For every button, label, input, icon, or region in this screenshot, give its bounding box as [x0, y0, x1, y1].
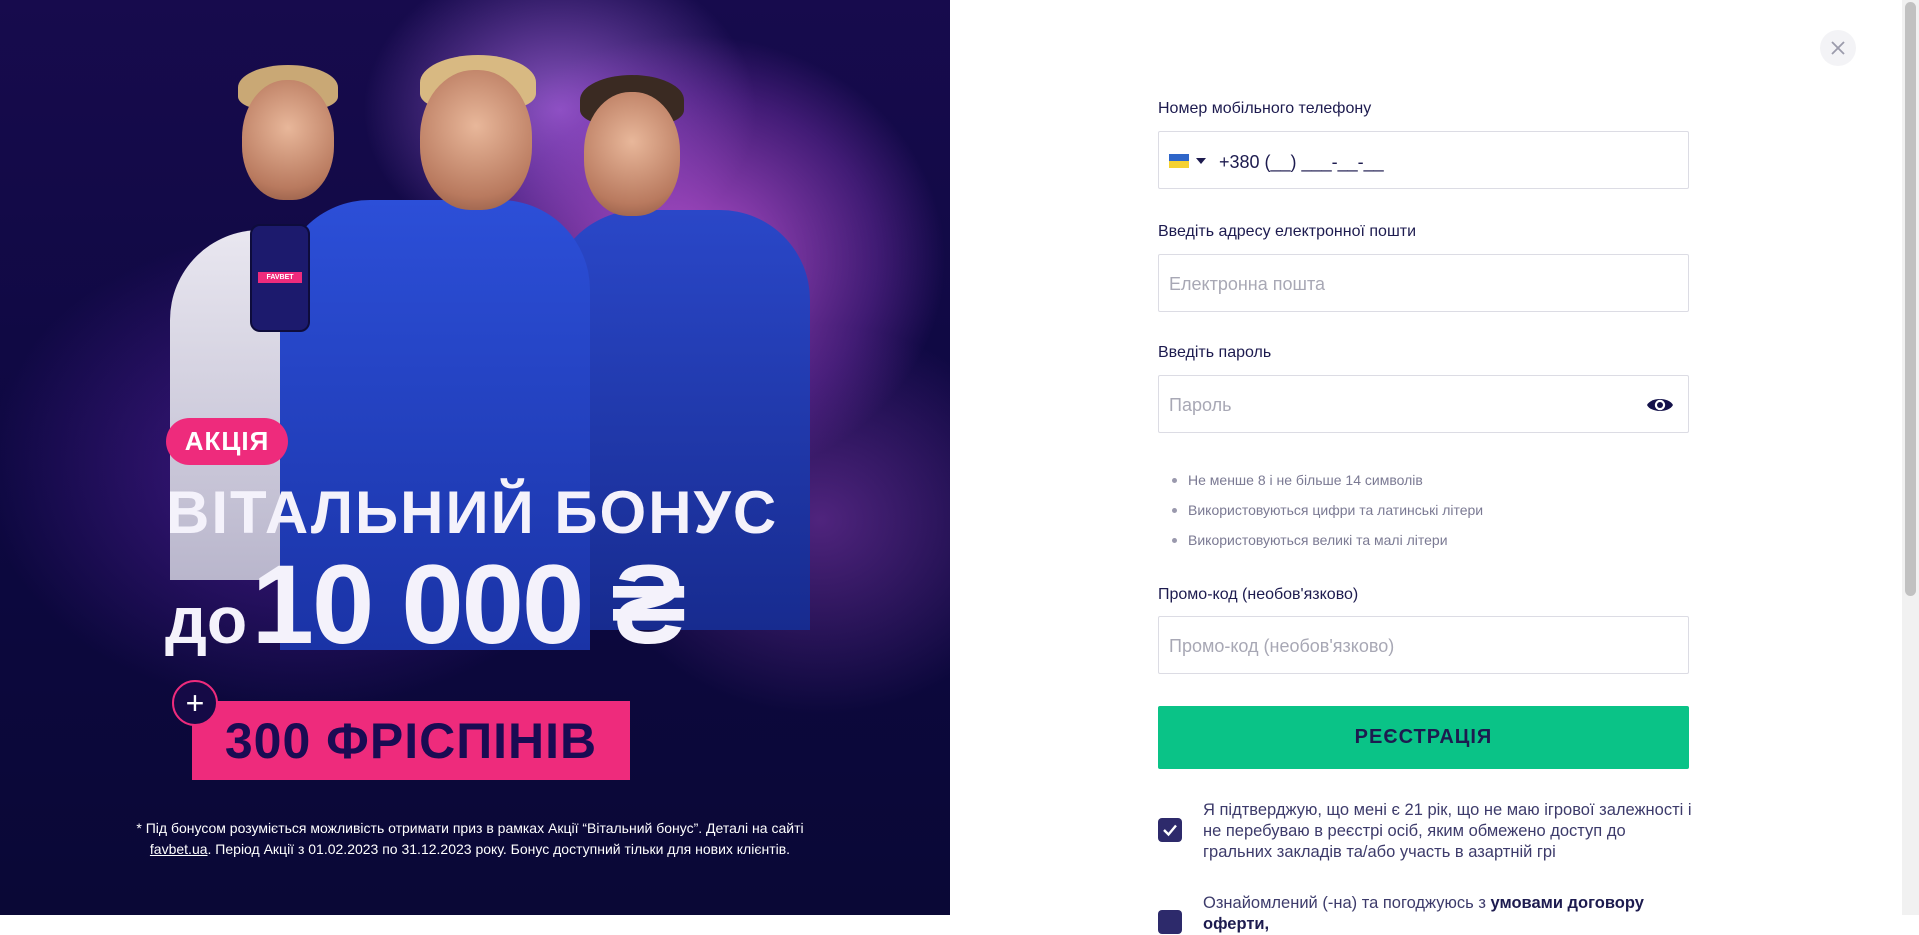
phone-label: Номер мобільного телефону	[1158, 100, 1372, 117]
footnote-text-2: . Період Акції з 01.02.2023 по 31.12.202…	[207, 841, 791, 857]
plus-icon: +	[172, 680, 218, 726]
eye-icon[interactable]	[1646, 394, 1674, 416]
close-icon	[1831, 41, 1845, 55]
age-consent-text: Я підтверджую, що мені є 21 рік, що не м…	[1203, 801, 1692, 861]
password-label: Введіть пароль	[1158, 344, 1272, 361]
promo-badge: АКЦІЯ	[166, 418, 288, 465]
password-rule: Використовуються великі та малі літери	[1172, 530, 1483, 560]
offer-consent-label: Ознайомлений (-на) та погоджуюсь з	[1203, 894, 1486, 912]
password-field[interactable]: Пароль	[1158, 375, 1689, 433]
password-placeholder: Пароль	[1169, 395, 1232, 415]
scrollbar[interactable]	[1902, 0, 1919, 915]
check-icon	[1163, 824, 1177, 837]
email-label: Введіть адресу електронної пошти	[1158, 223, 1417, 240]
close-button[interactable]	[1820, 30, 1856, 66]
favbet-link[interactable]: favbet.ua	[150, 841, 208, 857]
password-rule: Не менше 8 і не більше 14 символів	[1172, 470, 1483, 500]
promo-amount-prefix: до	[165, 583, 248, 657]
chevron-down-icon[interactable]	[1196, 158, 1206, 164]
promo-amount: до 10 000 ₴	[165, 540, 686, 669]
phone-illustration: FAVBET	[250, 224, 310, 332]
email-field[interactable]: Електронна пошта	[1158, 254, 1689, 312]
phone-value: +380 (__) ___-__-__	[1219, 152, 1384, 172]
phone-brand-label: FAVBET	[258, 272, 302, 283]
promo-amount-value: 10 000 ₴	[251, 542, 686, 667]
register-button[interactable]: РЕЄСТРАЦІЯ	[1158, 706, 1689, 769]
age-consent-checkbox[interactable]	[1158, 818, 1182, 842]
password-rule: Використовуються цифри та латинські літе…	[1172, 500, 1483, 530]
phone-input[interactable]: +380 (__) ___-__-__	[1158, 131, 1689, 189]
promo-code-field[interactable]: Промо-код (необов'язково)	[1158, 616, 1689, 674]
password-rules: Не менше 8 і не більше 14 символів Викор…	[1172, 470, 1483, 560]
offer-consent-text: Ознайомлений (-на) та погоджуюсь з умова…	[1203, 893, 1693, 935]
footnote-text-1: * Під бонусом розуміється можливість отр…	[136, 820, 804, 836]
scrollbar-thumb[interactable]	[1905, 2, 1916, 596]
promo-banner: FAVBET АКЦІЯ ВІТАЛЬНИЙ БОНУС до 10 000 ₴…	[0, 0, 950, 915]
offer-consent-checkbox[interactable]	[1158, 910, 1182, 934]
ukraine-flag-icon[interactable]	[1169, 154, 1189, 168]
email-placeholder: Електронна пошта	[1169, 274, 1326, 294]
freespins-banner: 300 ФРІСПІНІВ	[192, 701, 630, 780]
promo-code-label: Промо-код (необов'язково)	[1158, 586, 1359, 603]
promo-title: ВІТАЛЬНИЙ БОНУС	[166, 479, 779, 546]
promo-footnote: * Під бонусом розуміється можливість отр…	[120, 818, 820, 860]
promo-code-placeholder: Промо-код (необов'язково)	[1169, 636, 1395, 656]
